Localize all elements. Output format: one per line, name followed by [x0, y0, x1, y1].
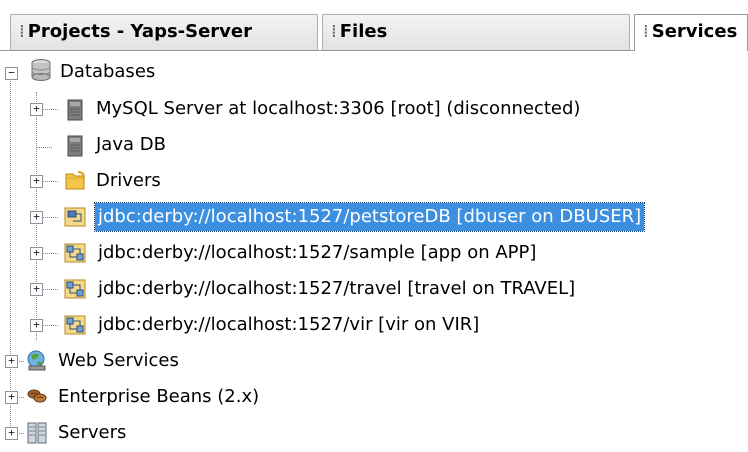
expand-icon[interactable]: + [30, 319, 43, 332]
tree-node-label: jdbc:derby://localhost:1527/vir [vir on … [98, 314, 480, 335]
tree-node-label: Databases [60, 61, 156, 82]
expand-icon[interactable]: + [5, 355, 18, 368]
tree-node-java-db[interactable]: Java DB [0, 128, 748, 164]
tab-bar: ⁞ Projects - Yaps-Server ⁞ Files ⁞ Services [0, 0, 748, 51]
tab-files-label: Files [339, 21, 388, 42]
expand-icon[interactable]: + [30, 211, 43, 224]
database-server-icon [67, 135, 83, 157]
tree-node-label: Servers [58, 422, 127, 443]
tree-node-label: jdbc:derby://localhost:1527/petstoreDB [… [93, 202, 646, 232]
tree-node-label: jdbc:derby://localhost:1527/sample [app … [98, 242, 537, 263]
tab-services[interactable]: ⁞ Services [634, 14, 748, 51]
tree-node-databases[interactable]: − Databases [0, 56, 748, 92]
folder-icon [65, 171, 85, 190]
servers-icon [27, 422, 47, 444]
tree-node-petstore-connection[interactable]: + jdbc:derby://localhost:1527/petstoreDB… [0, 200, 748, 236]
tree-node-travel-connection[interactable]: + jdbc:derby://localhost:1527/travel [tr… [0, 272, 748, 308]
connection-icon [64, 279, 86, 299]
connection-icon [64, 243, 86, 263]
tree-node-label: MySQL Server at localhost:3306 [root] (d… [96, 98, 581, 119]
tab-services-label: Services [651, 21, 738, 42]
database-icon [31, 59, 51, 81]
tree-node-label: Drivers [96, 170, 161, 191]
collapse-icon[interactable]: − [5, 67, 18, 80]
tree-node-label: Web Services [58, 350, 179, 371]
expand-icon[interactable]: + [30, 283, 43, 296]
expand-icon[interactable]: + [5, 427, 18, 440]
tab-projects[interactable]: ⁞ Projects - Yaps-Server [10, 14, 318, 50]
tree-node-drivers[interactable]: + Drivers [0, 164, 748, 200]
tree-node-servers[interactable]: + Servers [0, 416, 748, 452]
web-services-icon [27, 350, 46, 371]
tree-node-vir-connection[interactable]: + jdbc:derby://localhost:1527/vir [vir o… [0, 308, 748, 344]
drag-grip-icon: ⁞ [19, 21, 25, 42]
expand-icon[interactable]: + [30, 103, 43, 116]
tree-node-web-services[interactable]: + Web Services [0, 344, 748, 380]
tree-node-mysql[interactable]: + MySQL Server at localhost:3306 [root] … [0, 92, 748, 128]
tree-node-enterprise-beans[interactable]: + Enterprise Beans (2.x) [0, 380, 748, 416]
tab-files[interactable]: ⁞ Files [322, 14, 630, 50]
tree-node-sample-connection[interactable]: + jdbc:derby://localhost:1527/sample [ap… [0, 236, 748, 272]
beans-icon [27, 389, 47, 403]
expand-icon[interactable]: + [30, 247, 43, 260]
services-tree[interactable]: − Databases + MySQL Server at localhost:… [0, 50, 748, 452]
expand-icon[interactable]: + [30, 175, 43, 188]
drag-grip-icon: ⁞ [643, 21, 649, 42]
tree-node-label: jdbc:derby://localhost:1527/travel [trav… [98, 278, 576, 299]
expand-icon[interactable]: + [5, 391, 18, 404]
tree-node-label: Java DB [96, 134, 166, 155]
database-server-icon [67, 99, 83, 121]
connection-icon [64, 207, 86, 227]
connection-icon [64, 315, 86, 335]
tab-projects-label: Projects - Yaps-Server [27, 21, 253, 42]
tree-node-label: Enterprise Beans (2.x) [58, 386, 260, 407]
drag-grip-icon: ⁞ [331, 21, 337, 42]
